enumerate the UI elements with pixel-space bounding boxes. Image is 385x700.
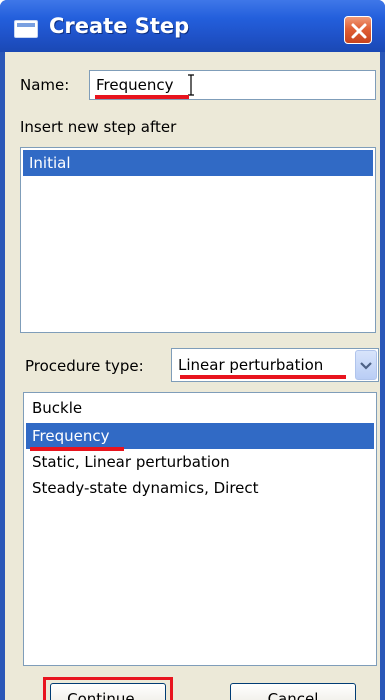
frequency-annotation-underline — [30, 447, 124, 451]
title-bar[interactable]: Create Step — [0, 0, 385, 52]
procedure-annotation-underline — [180, 375, 346, 379]
list-item[interactable]: Static, Linear perturbation — [26, 449, 374, 475]
close-icon — [351, 23, 367, 39]
procedure-type-label: Procedure type: — [25, 357, 144, 375]
procedure-list[interactable]: Buckle Frequency Static, Linear perturba… — [23, 392, 377, 666]
window-icon — [14, 20, 38, 38]
close-button[interactable] — [344, 16, 372, 44]
insert-after-list[interactable]: Initial — [20, 147, 376, 333]
list-item[interactable]: Buckle — [26, 395, 374, 421]
text-cursor-icon — [188, 74, 194, 96]
cancel-button[interactable]: Cancel — [230, 683, 356, 700]
dropdown-button[interactable] — [355, 350, 377, 380]
list-item[interactable]: Initial — [23, 150, 373, 176]
list-item[interactable]: Steady-state dynamics, Direct — [26, 475, 374, 501]
name-annotation-underline — [95, 95, 189, 99]
continue-button[interactable]: Continue... — [50, 683, 166, 700]
window-title: Create Step — [49, 14, 190, 38]
create-step-dialog: Create Step Name: Frequency Insert new s… — [0, 0, 385, 700]
chevron-down-icon — [360, 362, 372, 370]
name-label: Name: — [20, 76, 70, 94]
insert-after-label: Insert new step after — [20, 118, 177, 136]
list-item[interactable]: Frequency — [26, 423, 374, 449]
name-field-value: Frequency — [96, 76, 174, 94]
procedure-type-value: Linear perturbation — [178, 356, 324, 374]
